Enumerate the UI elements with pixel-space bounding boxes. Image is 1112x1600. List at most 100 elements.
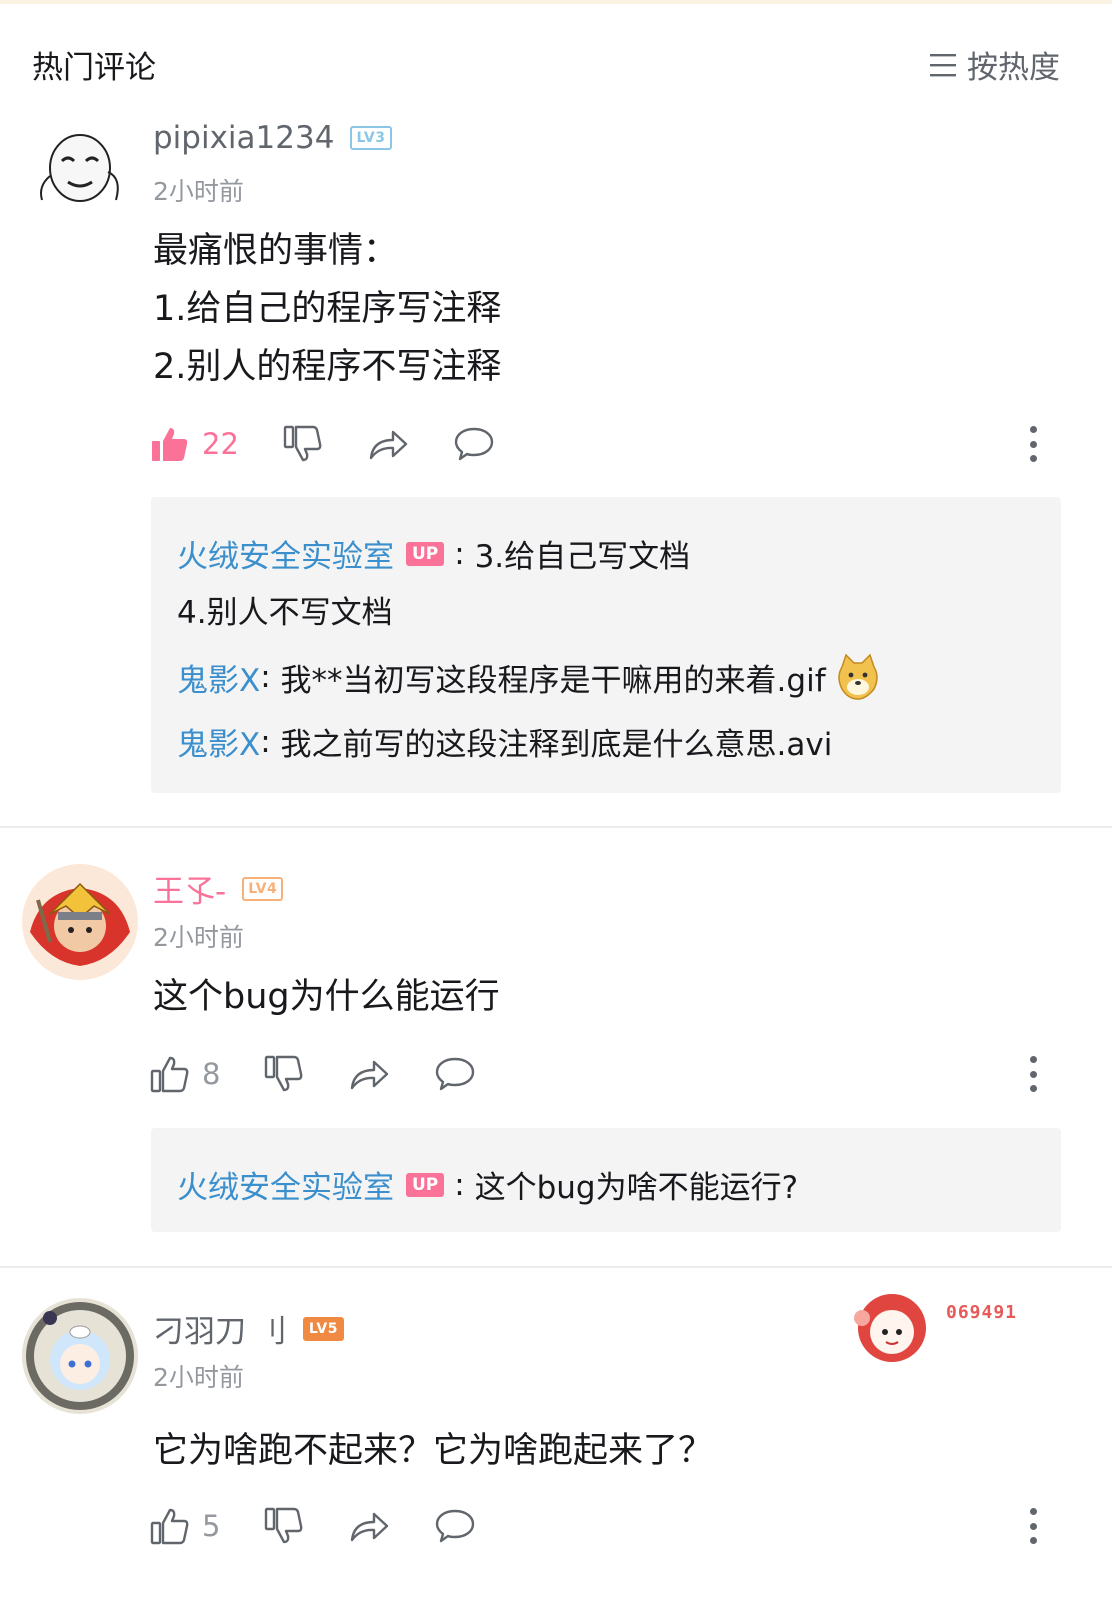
reply-separator: : [454, 1166, 465, 1203]
like-count: 8 [202, 1057, 221, 1091]
comment-actions: 22 [150, 420, 1060, 468]
avatar[interactable] [20, 1296, 140, 1416]
anime-character-avatar-icon [22, 1298, 138, 1414]
comment-time: 2小时前 [153, 1363, 244, 1392]
like-count: 22 [202, 427, 239, 461]
reply-username[interactable]: 鬼影X [177, 655, 260, 700]
reply-username[interactable]: 火绒安全实验室 [177, 531, 394, 576]
username-row: pipixia1234 LV3 [153, 120, 392, 156]
top-divider [0, 0, 1112, 4]
reply-box[interactable]: 火绒安全实验室 UP : 这个bug为啥不能运行? [151, 1128, 1061, 1232]
like-button[interactable]: 8 [150, 1054, 220, 1094]
reply-separator: : [454, 535, 465, 572]
comment-line: 这个bug为什么能运行 [153, 977, 500, 1017]
dot-icon [1029, 1522, 1037, 1530]
doge-emoji-icon [837, 653, 878, 700]
thumbs-up-icon [150, 1508, 189, 1545]
reply-item: 4.别人不写文档 [177, 587, 393, 632]
comment-line: 它为啥跑不起来？它为啥跑起来了？ [153, 1431, 714, 1471]
share-button[interactable] [348, 1506, 390, 1546]
share-button[interactable] [348, 1054, 390, 1094]
thumbs-up-filled-icon [152, 428, 188, 461]
comment-bubble-icon [436, 1057, 475, 1091]
up-badge: UP [406, 541, 445, 566]
anime-character-avatar-icon [22, 864, 138, 980]
comment-text: 最痛恨的事情： 1.给自己的程序写注释 2.别人的程序不写注释 [153, 222, 501, 396]
dot-icon [1029, 1070, 1037, 1078]
reply-box[interactable]: 火绒安全实验室 UP : 3.给自己写文档 4.别人不写文档 鬼影X : 我**… [151, 497, 1061, 793]
comment-text: 这个bug为什么能运行 [153, 968, 500, 1026]
sort-button[interactable]: 按热度 [929, 42, 1060, 87]
more-options-button[interactable] [1028, 426, 1038, 462]
level-badge: LV4 [242, 876, 284, 901]
thumbs-down-icon [283, 425, 322, 462]
username[interactable]: 王孓- [153, 866, 226, 911]
fan-number: 069491 [946, 1302, 1018, 1323]
reply-button[interactable] [453, 424, 495, 464]
up-badge: UP [406, 1172, 445, 1197]
comment-divider [0, 826, 1112, 828]
comment-text: 它为啥跑不起来？它为啥跑起来了？ [153, 1422, 713, 1480]
reply-item: 鬼影X : 我**当初写这段程序是干嘛用的来着.gif [177, 653, 882, 701]
dot-icon [1029, 426, 1037, 433]
dislike-button[interactable] [264, 1506, 304, 1546]
username-row: 刁羽刀 刂 LV5 [153, 1306, 344, 1351]
reply-username[interactable]: 鬼影X [177, 719, 260, 764]
reply-button[interactable] [434, 1054, 476, 1094]
share-icon [369, 430, 408, 460]
dot-icon [1029, 455, 1037, 462]
reply-item: 鬼影X : 我之前写的这段注释到底是什么意思.avi [177, 719, 832, 764]
reply-text: 3.给自己写文档 [464, 539, 691, 575]
thumbs-down-icon [265, 1507, 303, 1544]
more-options-button[interactable] [1028, 1508, 1038, 1544]
dislike-button[interactable] [283, 424, 323, 464]
reply-item: 火绒安全实验室 UP : 这个bug为啥不能运行? [177, 1162, 798, 1207]
comment-bubble-icon [436, 1509, 475, 1543]
comment-line: 最痛恨的事情： [153, 231, 399, 271]
like-count: 5 [202, 1509, 221, 1543]
reply-text: 我**当初写这段程序是干嘛用的来着.gif [270, 662, 826, 699]
dot-icon [1029, 1056, 1037, 1063]
reply-separator: : [260, 723, 271, 760]
dislike-button[interactable] [264, 1054, 304, 1094]
reply-button[interactable] [434, 1506, 476, 1546]
reply-text: 4.别人不写文档 [177, 595, 393, 631]
reply-separator: : [260, 659, 271, 695]
avatar[interactable] [20, 106, 140, 226]
reply-text: 我之前写的这段注释到底是什么意思.avi [270, 727, 833, 763]
dot-icon [1029, 440, 1037, 448]
dot-icon [1029, 1085, 1037, 1092]
fan-card-character-icon [854, 1294, 926, 1362]
share-button[interactable] [367, 424, 409, 464]
comment-time: 2小时前 [153, 923, 244, 952]
level-badge: LV5 [302, 1316, 344, 1341]
like-button[interactable]: 22 [150, 424, 239, 464]
meme-face-avatar-icon [40, 134, 119, 202]
dot-icon [1029, 1508, 1037, 1515]
share-icon [351, 1060, 389, 1090]
sort-label: 按热度 [967, 50, 1060, 86]
comment-actions: 5 [150, 1502, 1060, 1550]
username[interactable]: 刁羽刀 刂 [153, 1306, 287, 1351]
menu-icon [930, 53, 956, 76]
fan-badge-decoration: 069491 [846, 1288, 1036, 1368]
username[interactable]: pipixia1234 [153, 120, 334, 156]
reply-text: 这个bug为啥不能运行? [464, 1170, 799, 1206]
thumbs-down-icon [265, 1055, 303, 1092]
reply-username[interactable]: 火绒安全实验室 [177, 1162, 394, 1207]
section-title: 热门评论 [32, 50, 156, 86]
comment-bubble-icon [454, 427, 494, 461]
reply-item: 火绒安全实验室 UP : 3.给自己写文档 [177, 531, 690, 576]
comment-line: 2.别人的程序不写注释 [153, 347, 502, 387]
level-badge: LV3 [350, 126, 392, 150]
comment-divider [0, 1266, 1112, 1268]
like-button[interactable]: 5 [150, 1506, 220, 1546]
comment-actions: 8 [150, 1050, 1060, 1098]
avatar[interactable] [20, 862, 140, 982]
comment-line: 1.给自己的程序写注释 [153, 289, 502, 329]
more-options-button[interactable] [1028, 1056, 1038, 1092]
comment-time: 2小时前 [153, 177, 244, 206]
dot-icon [1029, 1537, 1037, 1544]
thumbs-up-icon [150, 1056, 189, 1093]
username-row: 王孓- LV4 [153, 866, 284, 911]
